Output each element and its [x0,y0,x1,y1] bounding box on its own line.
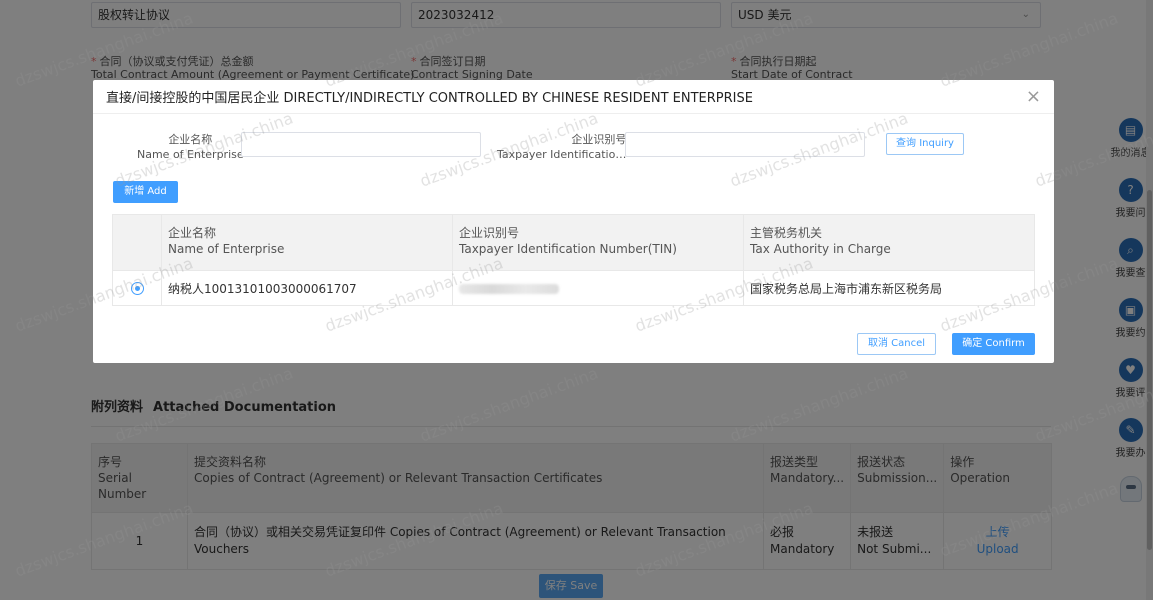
enterprise-table: 企业名称 Name of Enterprise 企业识别号 Taxpayer Ide… [112,214,1035,306]
add-button[interactable]: 新增 Add [113,181,178,203]
enterprise-name-cell: 纳税人10013101003000061707 [161,270,453,306]
inquiry-button[interactable]: 查询 Inquiry [886,133,964,155]
close-icon[interactable]: × [1026,86,1041,107]
col-enterprise-name: 企业名称 Name of Enterprise [161,214,453,271]
dialog-header: 直接/间接控股的中国居民企业 DIRECTLY/INDIRECTLY CONTR… [93,80,1054,114]
col-tin: 企业识别号 Taxpayer Identification Number(TIN) [452,214,744,271]
taxpayer-id-input[interactable] [625,132,865,157]
table-row[interactable]: 纳税人10013101003000061707 国家税务总局上海市浦东新区税务局 [112,270,1035,306]
enterprise-name-input[interactable] [241,132,481,157]
row-select-cell[interactable] [112,270,162,306]
tin-cell [452,270,744,306]
redacted-tin [459,283,559,294]
taxpayer-id-label: 企业识别号 Taxpayer Identificatio… [497,133,627,161]
enterprise-select-dialog: 直接/间接控股的中国居民企业 DIRECTLY/INDIRECTLY CONTR… [93,80,1054,363]
confirm-button[interactable]: 确定 Confirm [952,333,1035,355]
cancel-button[interactable]: 取消 Cancel [857,333,936,355]
col-select [112,214,162,271]
enterprise-name-label: 企业名称 Name of Enterprise [137,133,244,161]
tax-authority-cell: 国家税务总局上海市浦东新区税务局 [743,270,1035,306]
col-tax-authority: 主管税务机关 Tax Authority in Charge [743,214,1035,271]
radio-selected-icon[interactable] [130,282,144,295]
dialog-title: 直接/间接控股的中国居民企业 DIRECTLY/INDIRECTLY CONTR… [106,91,753,106]
